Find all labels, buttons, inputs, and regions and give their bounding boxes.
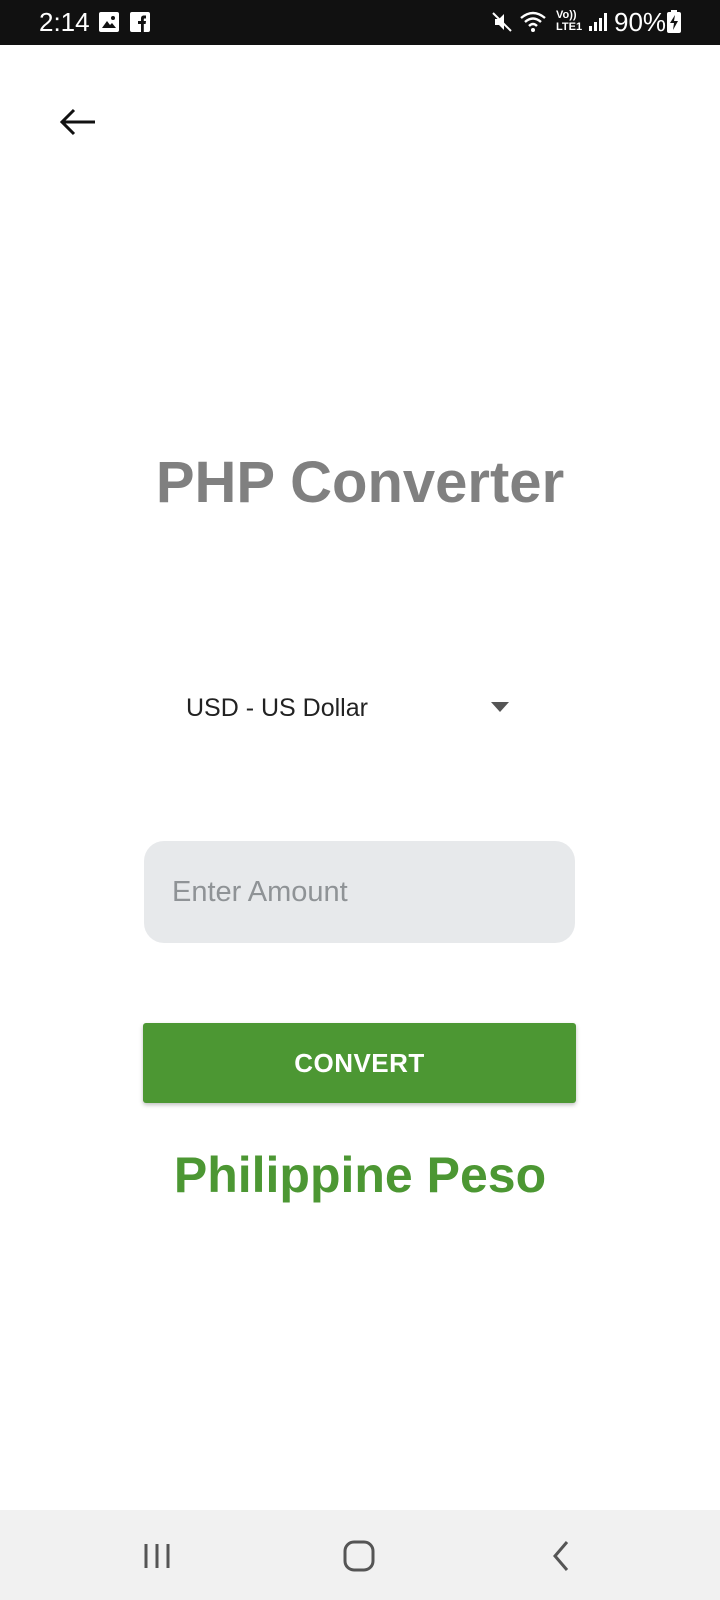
signal-icon (588, 12, 610, 37)
status-time: 2:14 (39, 7, 90, 37)
currency-selected-value: USD - US Dollar (186, 694, 368, 722)
recent-apps-icon (144, 1544, 170, 1568)
convert-button[interactable]: CONVERT (143, 1023, 576, 1103)
back-arrow-icon (59, 108, 95, 136)
facebook-icon (130, 12, 150, 37)
status-bar: 2:14 Vo)) LTE1 90% (0, 0, 720, 45)
currency-dropdown[interactable]: USD - US Dollar (168, 680, 528, 736)
nav-back-button[interactable] (531, 1528, 591, 1584)
dropdown-arrow-icon (491, 702, 509, 712)
home-button[interactable] (329, 1528, 389, 1584)
system-nav-bar (0, 1510, 720, 1600)
home-icon (343, 1540, 375, 1572)
gallery-icon (99, 12, 119, 37)
recent-apps-button[interactable] (128, 1528, 188, 1584)
mute-icon (491, 11, 513, 38)
amount-input[interactable] (144, 841, 575, 943)
nav-back-icon (553, 1541, 569, 1571)
back-button[interactable] (50, 96, 106, 148)
page-title: PHP Converter (155, 450, 565, 515)
battery-percent: 90% (614, 7, 667, 37)
wifi-icon (519, 10, 547, 39)
battery-charging-icon (666, 10, 682, 39)
result-currency-label: Philippine Peso (173, 1147, 547, 1203)
volte-lte-icon: Vo)) LTE1 (556, 9, 583, 33)
app-screen: 2:14 Vo)) LTE1 90% PHP Converter USD - U… (0, 0, 720, 1600)
